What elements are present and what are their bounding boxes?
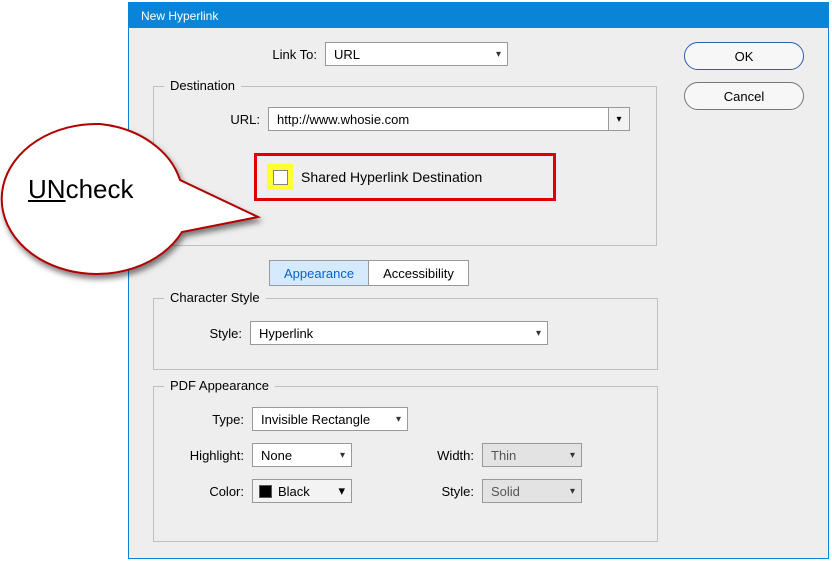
- url-label: URL:: [226, 112, 260, 127]
- chevron-down-icon: ▾: [396, 414, 401, 425]
- chevron-down-icon: ▾: [338, 483, 345, 499]
- new-hyperlink-dialog: New Hyperlink OK Cancel Link To: URL ▾ D…: [128, 2, 829, 559]
- annotation-highlight-box: Shared Hyperlink Destination: [254, 153, 556, 201]
- ok-button[interactable]: OK: [684, 42, 804, 70]
- pdf-width-value: Thin: [491, 448, 516, 463]
- fieldset-character-style: Character Style Style: Hyperlink ▾: [153, 298, 658, 370]
- pdf-style-label: Style:: [412, 484, 482, 499]
- chevron-down-icon: ▾: [340, 450, 345, 461]
- character-style-legend: Character Style: [164, 290, 266, 305]
- chevron-down-icon: ▾: [616, 114, 621, 125]
- dialog-content: OK Cancel Link To: URL ▾ Destination URL…: [129, 28, 828, 558]
- chevron-down-icon: ▾: [496, 49, 501, 60]
- pdf-type-dropdown[interactable]: Invisible Rectangle ▾: [252, 407, 408, 431]
- pdf-legend: PDF Appearance: [164, 378, 275, 393]
- pdf-width-label: Width:: [412, 448, 482, 463]
- link-to-label: Link To:: [229, 47, 317, 62]
- link-to-dropdown[interactable]: URL ▾: [325, 42, 508, 66]
- pdf-type-value: Invisible Rectangle: [261, 412, 370, 427]
- tab-appearance[interactable]: Appearance: [270, 261, 368, 285]
- style-label: Style:: [192, 326, 242, 341]
- url-input[interactable]: [268, 107, 608, 131]
- link-to-value: URL: [334, 47, 360, 62]
- destination-legend: Destination: [164, 78, 241, 93]
- pdf-style-value: Solid: [491, 484, 520, 499]
- tab-bar: Appearance Accessibility: [269, 260, 469, 286]
- chevron-down-icon: ▾: [570, 450, 575, 461]
- pdf-width-dropdown[interactable]: Thin ▾: [482, 443, 582, 467]
- cancel-label: Cancel: [724, 89, 764, 104]
- dialog-titlebar: New Hyperlink: [129, 3, 828, 28]
- cancel-button[interactable]: Cancel: [684, 82, 804, 110]
- pdf-highlight-label: Highlight:: [178, 448, 252, 463]
- tab-accessibility[interactable]: Accessibility: [368, 261, 468, 285]
- character-style-value: Hyperlink: [259, 326, 313, 341]
- chevron-down-icon: ▾: [570, 486, 575, 497]
- fieldset-destination: Destination URL: ▾ Shared Hyperlink Dest…: [153, 86, 657, 246]
- pdf-color-value: Black: [278, 484, 310, 499]
- pdf-style-dropdown[interactable]: Solid ▾: [482, 479, 582, 503]
- pdf-color-label: Color:: [178, 484, 252, 499]
- pdf-color-dropdown[interactable]: Black ▾: [252, 479, 352, 503]
- callout-rest: check: [66, 174, 134, 204]
- shared-destination-checkbox[interactable]: [273, 170, 288, 185]
- tab-appearance-label: Appearance: [284, 266, 354, 281]
- shared-destination-label: Shared Hyperlink Destination: [301, 169, 482, 185]
- pdf-highlight-value: None: [261, 448, 292, 463]
- color-swatch-icon: [259, 485, 272, 498]
- character-style-dropdown[interactable]: Hyperlink ▾: [250, 321, 548, 345]
- dialog-title: New Hyperlink: [141, 9, 218, 23]
- annotation-yellow-highlight: [267, 164, 293, 190]
- url-dropdown-button[interactable]: ▾: [608, 107, 630, 131]
- callout-prefix: UN: [28, 174, 66, 204]
- fieldset-pdf-appearance: PDF Appearance Type: Invisible Rectangle…: [153, 386, 658, 542]
- tab-accessibility-label: Accessibility: [383, 266, 454, 281]
- ok-label: OK: [735, 49, 754, 64]
- pdf-highlight-dropdown[interactable]: None ▾: [252, 443, 352, 467]
- chevron-down-icon: ▾: [536, 328, 541, 339]
- pdf-type-label: Type:: [178, 412, 252, 427]
